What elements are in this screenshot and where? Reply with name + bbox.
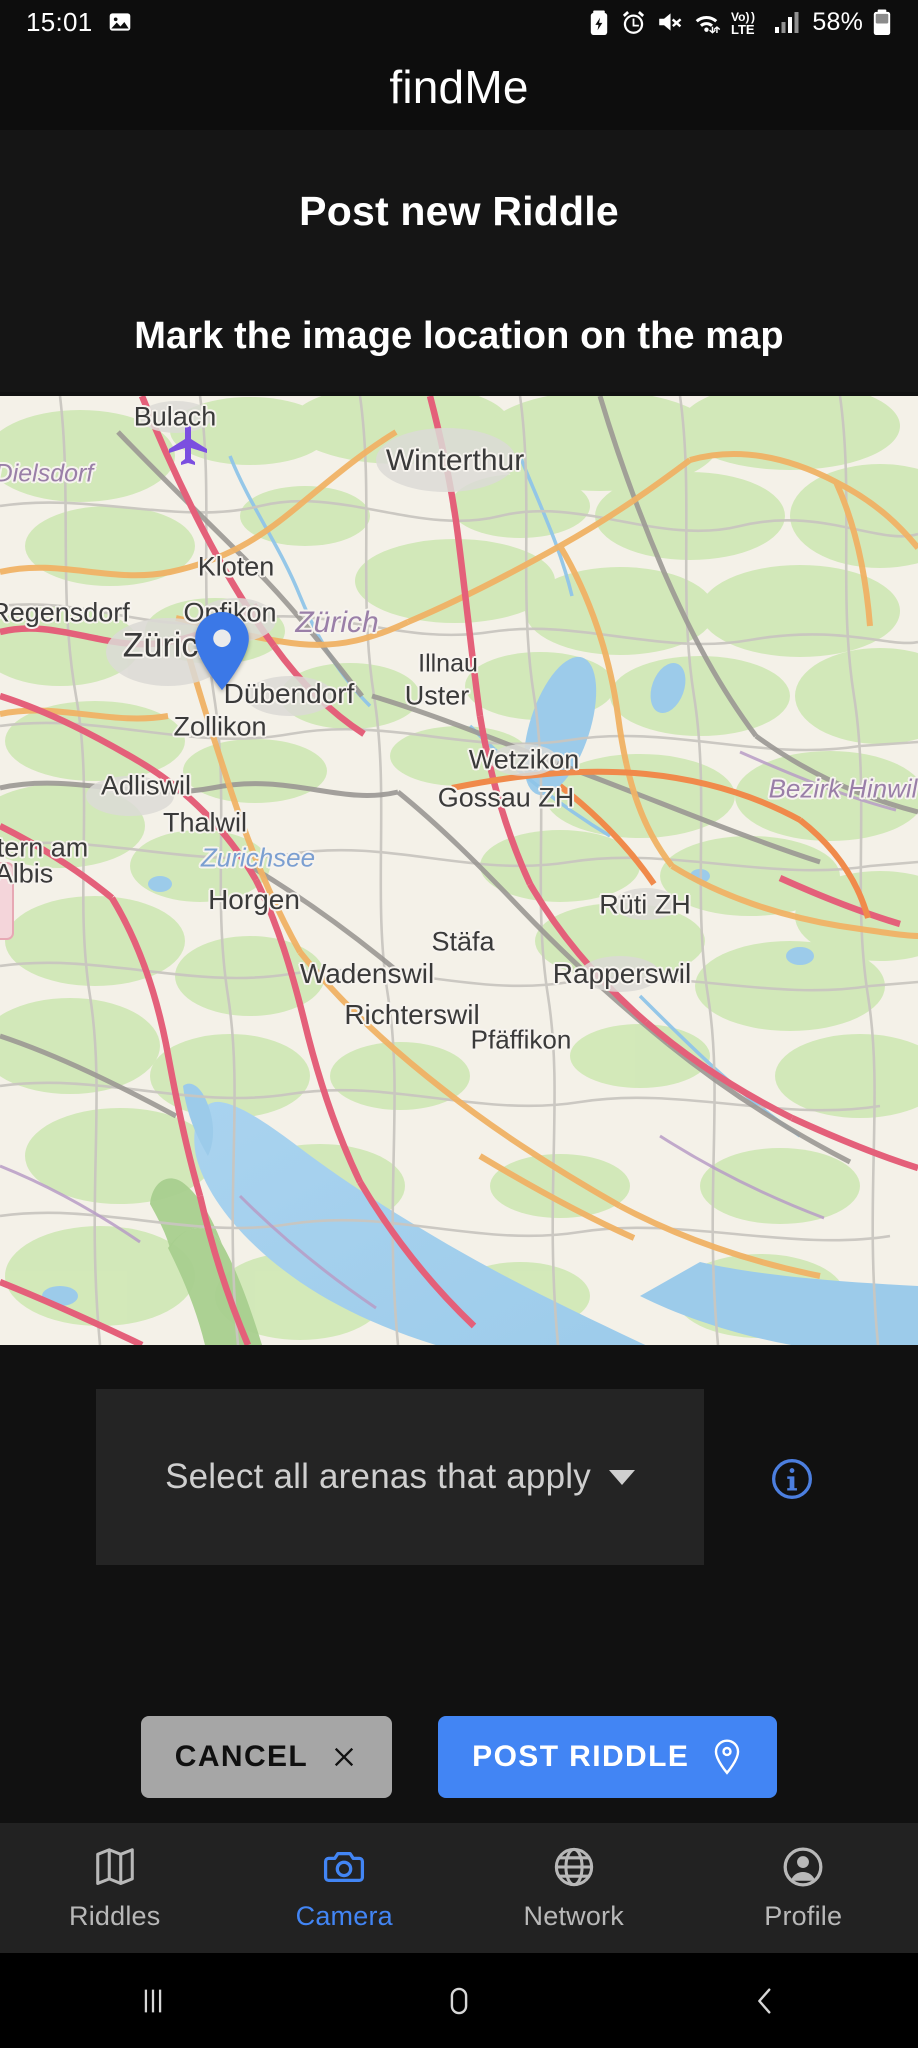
battery-charging-icon — [591, 9, 608, 35]
cancel-button-label: CANCEL — [174, 1740, 309, 1773]
close-icon — [335, 1747, 354, 1767]
map-place-label: Zürich — [295, 606, 379, 639]
page-title: Post new Riddle — [299, 188, 619, 234]
map-tiles — [0, 396, 918, 1345]
status-bar: 15:01 Vo)) LTE 58% — [0, 0, 918, 44]
post-riddle-button[interactable]: POST RIDDLE — [438, 1716, 778, 1798]
map-place-label: Albis — [0, 858, 54, 889]
battery-percentage: 58% — [812, 7, 863, 36]
person-icon — [783, 1847, 823, 1887]
chevron-down-icon — [608, 1469, 635, 1485]
tab-profile-label: Profile — [764, 1901, 843, 1931]
map-place-label: Gossau ZH — [437, 782, 575, 813]
location-pin-icon — [715, 1739, 740, 1775]
map-place-label: Illnau — [418, 649, 478, 678]
photo-icon — [109, 13, 130, 31]
map-place-label: Stäfa — [431, 926, 495, 957]
map-place-label: Wadenswil — [299, 958, 435, 989]
wifi-icon — [696, 15, 721, 34]
page-subtitle: Mark the image location on the map — [134, 315, 784, 357]
status-bar-clock: 15:01 — [26, 6, 93, 37]
back-icon — [758, 1987, 771, 2014]
volte-icon: Vo) ) LTE — [731, 10, 755, 36]
bottom-tab-bar: Riddles Camera Network Profile — [0, 1823, 918, 1953]
battery-icon — [873, 8, 891, 35]
recents-button[interactable] — [0, 1984, 306, 2018]
map-place-label: Zollikon — [173, 711, 267, 742]
map-place-label: Winterthur — [385, 444, 525, 477]
tab-camera-label: Camera — [295, 1901, 393, 1931]
map-place-label: Bezirk Hinwil — [768, 773, 918, 804]
camera-icon — [324, 1851, 365, 1883]
android-navigation-bar — [0, 1953, 918, 2048]
svg-text:LTE: LTE — [731, 22, 755, 36]
arena-select-row: Select all arenas that apply — [0, 1389, 918, 1565]
tab-network-label: Network — [523, 1901, 624, 1931]
tab-riddles[interactable]: Riddles — [0, 1823, 230, 1953]
map-place-label: Wetzikon — [468, 744, 580, 775]
mute-icon — [659, 13, 682, 31]
tab-camera[interactable]: Camera — [230, 1823, 460, 1953]
tab-profile[interactable]: Profile — [689, 1823, 918, 1953]
signal-icon — [775, 12, 799, 33]
info-circle-icon — [772, 1459, 812, 1499]
cancel-button[interactable]: CANCEL — [140, 1716, 393, 1798]
tab-riddles-label: Riddles — [69, 1901, 161, 1931]
tab-network[interactable]: Network — [459, 1823, 689, 1953]
map-place-label: Dielsdorf — [0, 459, 94, 488]
recents-icon — [144, 1989, 162, 2012]
map-place-label: Zurichsee — [200, 842, 316, 873]
map-place-label: Richterswil — [344, 999, 480, 1030]
arena-select-value: Select all arenas that apply — [165, 1457, 591, 1496]
globe-icon — [554, 1847, 593, 1887]
map-place-label: Regensdorf — [0, 597, 130, 628]
status-bar-notification-icons — [107, 9, 133, 35]
map-place-label: Rüti ZH — [599, 889, 691, 920]
back-button[interactable] — [612, 1984, 918, 2018]
app-bar: findMe — [0, 44, 918, 130]
status-bar-system-icons: Vo) ) LTE 58% — [587, 8, 892, 37]
alarm-icon — [623, 10, 645, 34]
map-place-label: Thalwil — [162, 807, 248, 838]
arena-select[interactable]: Select all arenas that apply — [96, 1389, 704, 1565]
home-icon — [450, 1987, 468, 2014]
map-place-label: Kloten — [197, 551, 275, 582]
map-place-label: Pfäffikon — [470, 1024, 572, 1055]
home-button[interactable] — [306, 1984, 612, 2018]
post-riddle-button-label: POST RIDDLE — [472, 1740, 690, 1773]
map-place-label: Uster — [404, 680, 470, 711]
map-place-label: Bulach — [133, 401, 217, 432]
headings-section: Post new Riddle Mark the image location … — [0, 130, 918, 392]
map-place-label: Adliswil — [100, 770, 192, 801]
location-map[interactable]: Bulach Dielsdorf Winterthur Kloten Regensdor… — [0, 396, 918, 1345]
map-icon — [95, 1848, 134, 1886]
action-buttons: CANCEL POST RIDDLE — [0, 1712, 918, 1802]
selected-location-pin[interactable] — [191, 612, 253, 690]
map-place-label: Horgen — [208, 884, 300, 915]
map-place-label: Rapperswil — [552, 958, 692, 989]
app-title: findMe — [389, 61, 529, 113]
info-button[interactable] — [770, 1457, 814, 1501]
app-root: 15:01 Vo)) LTE 58% findMe Post new Ridd… — [0, 0, 918, 2048]
